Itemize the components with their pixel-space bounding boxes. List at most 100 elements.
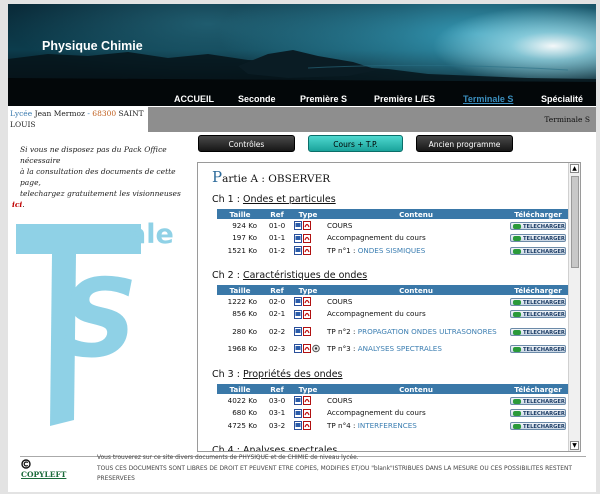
- download-button[interactable]: TELECHARGER: [510, 246, 566, 255]
- table-row: 4725 Ko 03-2 TP n°4 : INTERFERENCES TELECHA…: [217, 419, 568, 432]
- word-doc-icon: [294, 221, 302, 230]
- main-nav: ACCUEIL Seconde Première S Première L/ES…: [8, 92, 596, 108]
- pdf-icon: [303, 246, 311, 255]
- file-size: 1222 Ko: [227, 296, 257, 306]
- download-button[interactable]: TELECHARGER: [510, 396, 566, 405]
- download-button[interactable]: TELECHARGER: [510, 327, 566, 336]
- reference: 01-2: [268, 245, 286, 255]
- file-size: 197 Ko: [232, 233, 257, 243]
- scroll-down-arrow-icon[interactable]: ▼: [570, 441, 579, 450]
- file-size: 4725 Ko: [227, 420, 257, 430]
- chapter-title: Ch 4 : Analyses spectrales: [212, 445, 337, 451]
- reference: 02-0: [268, 296, 286, 306]
- column-header: Télécharger: [507, 384, 568, 394]
- animation-icon: [312, 344, 320, 353]
- vertical-scrollbar[interactable]: ▲ ▼: [568, 163, 580, 451]
- nav-specialite[interactable]: Spécialité: [541, 94, 583, 104]
- table-row: 1968 Ko 02-3 TP n°3 : ANALYSES SPECTRALES T…: [217, 342, 568, 355]
- banner-landscape-image: [8, 50, 596, 106]
- download-cell: TELECHARGER: [507, 219, 568, 232]
- pdf-icon: [303, 221, 311, 230]
- table-row: 856 Ko 02-1 Accompagnement du cours TELECHA…: [217, 308, 568, 321]
- logo-text-s: S: [60, 257, 138, 382]
- column-header: Télécharger: [507, 285, 568, 295]
- column-header: Ref: [263, 384, 291, 394]
- column-header: Type: [291, 384, 325, 394]
- download-label: TELECHARGER: [523, 299, 565, 306]
- tab-cours-tp[interactable]: Cours + T.P.: [308, 135, 403, 152]
- word-doc-icon: [294, 408, 302, 418]
- documents-table: Taille Ref Type Contenu Télécharger 1222 Ko 02…: [217, 285, 568, 355]
- download-cell: TELECHARGER: [507, 419, 568, 432]
- chapter-name-link[interactable]: Propriétés des ondes: [243, 369, 343, 380]
- tp-prefix: TP n°4 :: [327, 420, 358, 430]
- nav-seconde[interactable]: Seconde: [238, 94, 276, 104]
- school-info: Lycée Jean Mermoz - 68300 SAINT LOUIS: [8, 107, 148, 132]
- word-doc-icon: [294, 309, 302, 319]
- download-arrow-icon: [513, 248, 521, 254]
- reference: 03-2: [268, 420, 286, 430]
- copyleft-link[interactable]: COPYLEFT: [21, 470, 66, 479]
- download-button[interactable]: TELECHARGER: [510, 421, 566, 430]
- file-size: 856 Ko: [232, 309, 257, 319]
- download-cell: TELECHARGER: [507, 308, 568, 321]
- download-label: TELECHARGER: [523, 223, 565, 230]
- download-label: TELECHARGER: [523, 398, 565, 405]
- tp-link[interactable]: PROPAGATION ONDES ULTRASONORES: [358, 327, 497, 336]
- word-doc-icon: [294, 326, 302, 336]
- chapter-name-link[interactable]: Analyses spectrales: [243, 445, 337, 451]
- tp-prefix: TP n°2 :: [327, 326, 358, 336]
- pdf-icon: [303, 326, 311, 336]
- notice-line-3: telechargez gratuitement les visionneuse…: [20, 189, 181, 198]
- table-row: 4022 Ko 03-0 COURS TELECHARGER: [217, 394, 568, 407]
- content-scroll-area[interactable]: Partie A : OBSERVER Ch 1 : Ondes et part…: [198, 163, 568, 451]
- tp-link[interactable]: INTERFERENCES: [358, 421, 417, 430]
- nav-accueil[interactable]: ACCUEIL: [174, 94, 214, 104]
- pdf-icon: [303, 297, 311, 306]
- nav-terminale-s[interactable]: Terminale S: [463, 94, 513, 104]
- column-header: Taille: [217, 209, 263, 219]
- download-button[interactable]: TELECHARGER: [510, 234, 566, 243]
- document-description: TP n°4 : INTERFERENCES: [325, 419, 507, 432]
- file-size: 1521 Ko: [227, 245, 257, 255]
- word-doc-icon: [294, 297, 302, 306]
- download-label: TELECHARGER: [523, 329, 565, 336]
- tab-controles[interactable]: Contrôles: [198, 135, 295, 152]
- reference: 02-2: [268, 326, 286, 336]
- site-title: Physique Chimie: [42, 39, 143, 53]
- school-name: Jean Mermoz: [34, 109, 85, 118]
- nav-premiere-s[interactable]: Première S: [300, 94, 347, 104]
- tp-link[interactable]: ONDES SISMIQUES: [358, 246, 426, 255]
- column-header: Ref: [263, 209, 291, 219]
- download-button[interactable]: TELECHARGER: [510, 297, 566, 306]
- chapter-name-link[interactable]: Caractéristiques de ondes: [243, 270, 367, 281]
- documents-table: Taille Ref Type Contenu Télécharger 924 Ko 01-…: [217, 209, 568, 257]
- download-label: TELECHARGER: [523, 236, 565, 243]
- document-description: Accompagnement du cours: [327, 233, 426, 243]
- scroll-up-arrow-icon[interactable]: ▲: [570, 164, 579, 173]
- scroll-thumb[interactable]: [571, 176, 579, 268]
- download-cell: TELECHARGER: [507, 232, 568, 245]
- file-type: [291, 394, 325, 407]
- download-arrow-icon: [513, 299, 521, 305]
- nav-premiere-l-es[interactable]: Première L/ES: [374, 94, 435, 104]
- download-button[interactable]: TELECHARGER: [510, 409, 566, 418]
- file-type: [291, 419, 325, 432]
- file-size: 4022 Ko: [227, 395, 257, 405]
- download-arrow-icon: [513, 346, 521, 352]
- tab-ancien-programme[interactable]: Ancien programme: [416, 135, 513, 152]
- download-button[interactable]: TELECHARGER: [510, 310, 566, 319]
- table-row: 924 Ko 01-0 COURS TELECHARGER: [217, 219, 568, 232]
- chapter-title: Ch 3 : Propriétés des ondes: [212, 369, 343, 380]
- download-label: TELECHARGER: [523, 346, 565, 353]
- reference: 01-0: [268, 220, 286, 230]
- file-type: [291, 320, 325, 342]
- download-button[interactable]: TELECHARGER: [510, 221, 566, 230]
- chapter-name-link[interactable]: Ondes et particules: [243, 194, 336, 205]
- table-row: 1521 Ko 01-2 TP n°1 : ONDES SISMIQUES TELEC…: [217, 244, 568, 257]
- tp-link[interactable]: ANALYSES SPECTRALES: [358, 344, 442, 353]
- file-type: [291, 308, 325, 321]
- download-cell: TELECHARGER: [507, 295, 568, 308]
- download-button[interactable]: TELECHARGER: [510, 344, 566, 353]
- download-arrow-icon: [513, 329, 521, 335]
